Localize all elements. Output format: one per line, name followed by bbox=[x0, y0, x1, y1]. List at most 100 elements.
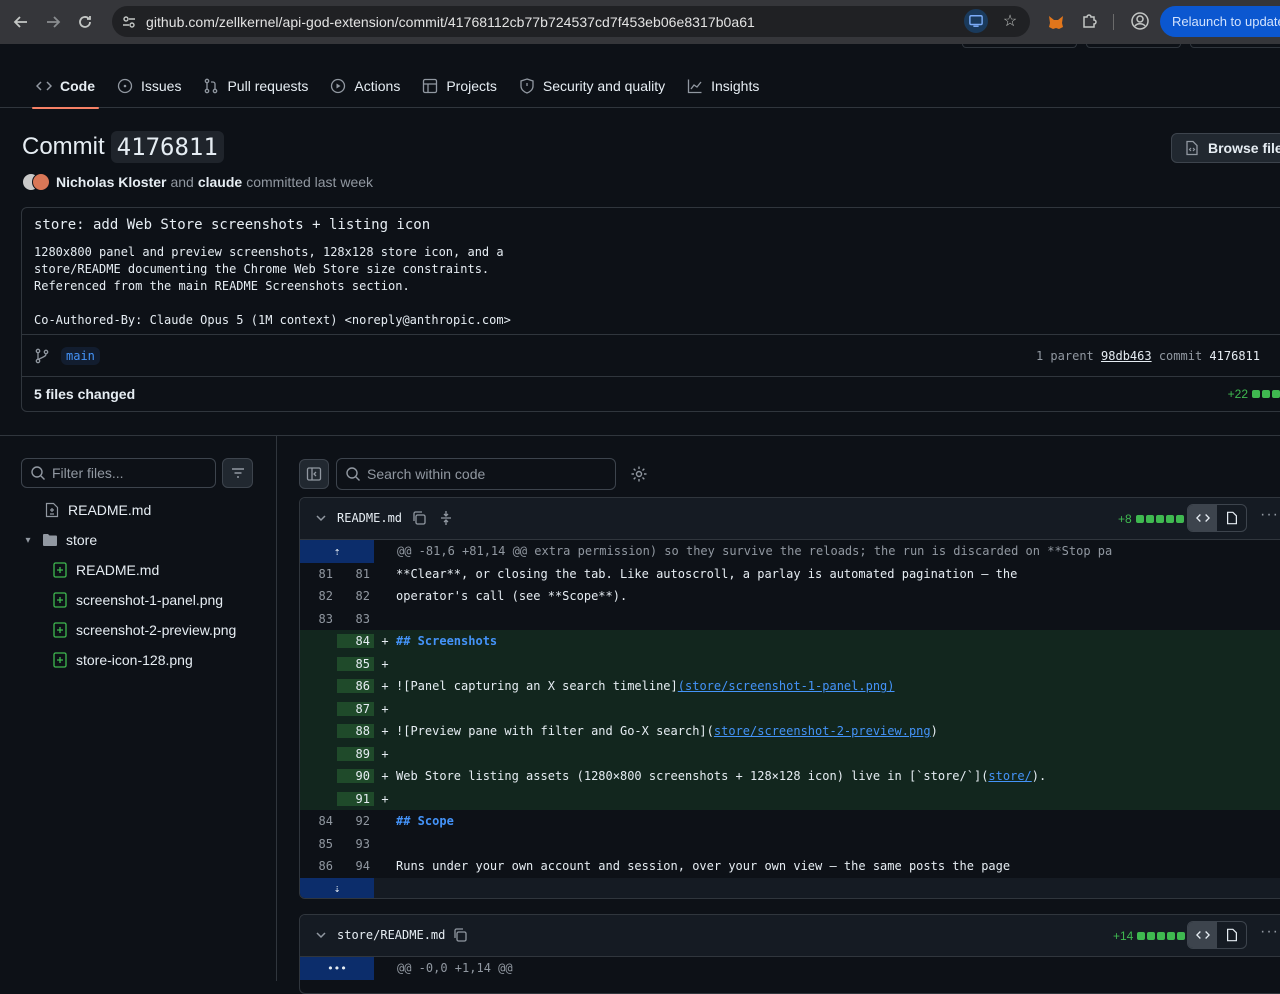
tab-pull-requests[interactable]: Pull requests bbox=[193, 64, 318, 108]
expand-up-icon[interactable]: ⇡ bbox=[300, 540, 374, 563]
old-line-number[interactable]: 85 bbox=[300, 837, 337, 851]
new-line-number[interactable]: 84 bbox=[337, 634, 374, 649]
tab-code[interactable]: Code bbox=[26, 64, 105, 109]
code-link[interactable]: store/ bbox=[988, 769, 1031, 783]
new-line-number[interactable]: 91 bbox=[337, 791, 374, 806]
browse-files-button[interactable]: Browse files bbox=[1171, 133, 1280, 163]
tree-folder-name: store bbox=[66, 532, 98, 548]
expand-all-icon[interactable] bbox=[438, 510, 454, 526]
back-icon[interactable] bbox=[10, 11, 32, 33]
chevron-down-icon[interactable]: ▾ bbox=[20, 535, 36, 546]
filter-files-field[interactable] bbox=[21, 458, 216, 488]
header-button-edge bbox=[1086, 44, 1181, 48]
diff-code: ![Panel capturing an X search timeline](… bbox=[396, 679, 895, 693]
commit-sha-badge[interactable]: 4176811 bbox=[110, 131, 224, 163]
reload-icon[interactable] bbox=[74, 11, 96, 33]
old-line-number[interactable]: 86 bbox=[300, 859, 337, 873]
search-within-code-input[interactable] bbox=[367, 466, 607, 482]
tree-file-screenshot-2[interactable]: screenshot-2-preview.png bbox=[20, 615, 260, 645]
new-line-number[interactable]: 86 bbox=[337, 679, 374, 694]
bookmark-star-icon[interactable]: ☆ bbox=[998, 9, 1022, 33]
author-link[interactable]: Nicholas Kloster bbox=[56, 174, 166, 190]
toggle-file-tree-button[interactable] bbox=[299, 459, 329, 489]
url-text[interactable]: github.com/zellkernel/api-god-extension/… bbox=[146, 14, 755, 30]
old-line-number[interactable]: 82 bbox=[300, 589, 337, 603]
tab-label: Insights bbox=[711, 78, 760, 94]
metamask-extension-icon[interactable] bbox=[1046, 12, 1066, 32]
profile-icon[interactable] bbox=[1130, 11, 1150, 31]
tab-projects[interactable]: Projects bbox=[412, 64, 507, 108]
new-line-number[interactable]: 93 bbox=[337, 837, 374, 851]
more-options-icon[interactable]: ··· bbox=[1260, 923, 1279, 941]
filter-files-input[interactable] bbox=[52, 465, 202, 481]
filter-icon bbox=[231, 468, 244, 478]
tree-file-store-readme[interactable]: README.md bbox=[20, 555, 260, 585]
expand-row: ⇣ bbox=[300, 877, 1280, 898]
tab-actions[interactable]: Actions bbox=[320, 64, 410, 108]
site-settings-icon[interactable] bbox=[118, 11, 140, 33]
filter-options-button[interactable] bbox=[222, 458, 253, 488]
coauthor-link[interactable]: claude bbox=[198, 174, 242, 190]
file-added-icon bbox=[52, 592, 68, 608]
diff-line-added: 90 + Web Store listing assets (1280×800 sc… bbox=[300, 765, 1280, 788]
expand-icon[interactable]: ••• bbox=[300, 957, 374, 980]
cast-icon[interactable] bbox=[964, 9, 988, 33]
code-view-button[interactable] bbox=[1188, 922, 1217, 948]
copy-icon[interactable] bbox=[411, 510, 427, 526]
address-bar[interactable]: github.com/zellkernel/api-god-extension/… bbox=[112, 6, 1030, 37]
repo-nav: Code Issues Pull requests Actions Projec… bbox=[0, 44, 1280, 109]
tree-file-name: screenshot-2-preview.png bbox=[76, 622, 237, 638]
diff-sign bbox=[374, 567, 396, 581]
new-line-number[interactable]: 83 bbox=[337, 612, 374, 626]
old-line-number[interactable]: 81 bbox=[300, 567, 337, 581]
new-line-number[interactable]: 90 bbox=[337, 769, 374, 784]
old-line-number[interactable]: 83 bbox=[300, 612, 337, 626]
tree-file-store-icon[interactable]: store-icon-128.png bbox=[20, 645, 260, 675]
full-commit-sha: 4176811 bbox=[1209, 349, 1260, 363]
diff-file-name[interactable]: store/README.md bbox=[337, 928, 445, 942]
new-line-number[interactable]: 92 bbox=[337, 814, 374, 828]
old-line-number[interactable]: 84 bbox=[300, 814, 337, 828]
new-line-number[interactable]: 81 bbox=[337, 567, 374, 581]
relaunch-button[interactable]: Relaunch to update bbox=[1160, 6, 1280, 37]
tree-folder-store[interactable]: ▾ store bbox=[20, 525, 260, 555]
new-line-number[interactable]: 85 bbox=[337, 656, 374, 671]
tab-insights[interactable]: Insights bbox=[677, 64, 769, 108]
parent-sha-link[interactable]: 98db463 bbox=[1101, 349, 1152, 363]
search-within-code-field[interactable] bbox=[336, 458, 616, 490]
tab-issues[interactable]: Issues bbox=[107, 64, 191, 108]
commit-word: commit bbox=[1158, 349, 1203, 363]
rich-view-button[interactable] bbox=[1217, 922, 1246, 948]
gear-icon[interactable] bbox=[630, 465, 648, 483]
pull-request-icon bbox=[203, 78, 219, 94]
new-line-number[interactable]: 82 bbox=[337, 589, 374, 603]
code-text: ![Preview pane with filter and Go-X sear… bbox=[396, 724, 714, 739]
code-text: ![Panel capturing an X search timeline] bbox=[396, 679, 678, 694]
diffstat-blocks bbox=[1252, 390, 1280, 398]
branch-label[interactable]: main bbox=[61, 347, 100, 365]
code-view-button[interactable] bbox=[1188, 505, 1217, 531]
diff-code: ## Screenshots bbox=[396, 634, 497, 648]
tree-file-screenshot-1[interactable]: screenshot-1-panel.png bbox=[20, 585, 260, 615]
more-options-icon[interactable]: ··· bbox=[1260, 506, 1279, 524]
extensions-puzzle-icon[interactable] bbox=[1080, 11, 1100, 31]
new-line-number[interactable]: 88 bbox=[337, 724, 374, 739]
forward-icon[interactable] bbox=[42, 11, 64, 33]
rich-view-button[interactable] bbox=[1217, 505, 1246, 531]
author-avatars[interactable] bbox=[22, 173, 50, 191]
new-line-number[interactable]: 87 bbox=[337, 701, 374, 716]
tab-security[interactable]: Security and quality bbox=[509, 64, 675, 108]
copy-icon[interactable] bbox=[452, 927, 468, 943]
diff-file-name[interactable]: README.md bbox=[337, 511, 402, 525]
diff-sign bbox=[374, 814, 396, 828]
diff-code: operator's call (see **Scope**). bbox=[396, 589, 627, 603]
new-line-number[interactable]: 94 bbox=[337, 859, 374, 873]
chevron-down-icon[interactable] bbox=[314, 928, 328, 942]
chevron-down-icon[interactable] bbox=[314, 511, 328, 525]
code-link[interactable]: (store/screenshot-1-panel.png) bbox=[678, 679, 895, 693]
code-link[interactable]: store/screenshot-2-preview.png bbox=[714, 724, 931, 738]
tree-file-readme[interactable]: README.md bbox=[20, 495, 260, 525]
diff-sign bbox=[374, 589, 396, 603]
new-line-number[interactable]: 89 bbox=[337, 746, 374, 761]
expand-down-icon[interactable]: ⇣ bbox=[300, 877, 374, 898]
